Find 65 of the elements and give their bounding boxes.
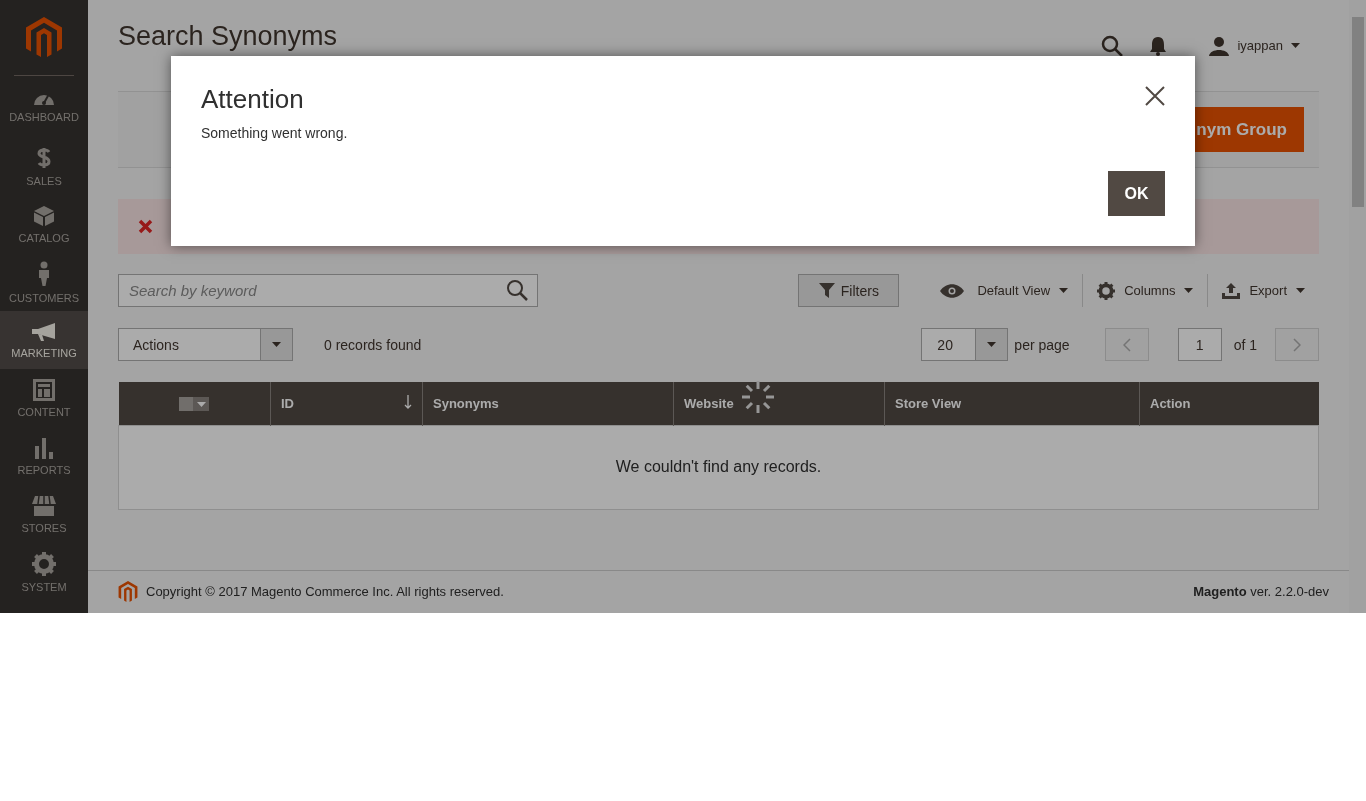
sidebar-item[interactable]: CUSTOMERS: [0, 253, 88, 311]
column-header[interactable]: Synonyms: [422, 382, 674, 425]
sidebar-item[interactable]: SALES: [0, 137, 88, 195]
gear-icon: [1097, 281, 1116, 300]
column-header[interactable]: Store View: [884, 382, 1140, 425]
store-icon: [31, 494, 57, 517]
page-total: of 1: [1233, 336, 1257, 353]
sidebar-item[interactable]: DASHBOARD: [0, 79, 88, 137]
ok-button[interactable]: OK: [1108, 171, 1165, 216]
user-menu[interactable]: iyappan: [1203, 34, 1306, 57]
chevron-right-icon: [1293, 337, 1301, 352]
close-icon: [1145, 86, 1165, 106]
bell-icon[interactable]: [1149, 35, 1168, 56]
logo-icon: [118, 580, 138, 603]
layout-icon: [33, 378, 55, 401]
sidebar-item[interactable]: MARKETING: [0, 311, 88, 369]
dollar-icon: [37, 145, 51, 170]
empty-message: We couldn't find any records.: [615, 458, 822, 475]
actions-dropdown[interactable]: Actions: [118, 328, 293, 361]
dialog-title: Attention: [201, 84, 304, 115]
caret-icon: [987, 342, 997, 347]
caret-icon: [1184, 288, 1194, 293]
search-icon[interactable]: [1101, 34, 1124, 57]
chevron-left-icon: [1122, 337, 1131, 352]
person-icon: [37, 260, 51, 287]
funnel-icon: [818, 283, 835, 298]
records-count: 0 records found: [324, 336, 422, 353]
sort-arrow-icon: [404, 395, 412, 409]
page-size-dropdown[interactable]: 20: [921, 328, 1009, 361]
filters-button[interactable]: Filters: [798, 274, 900, 307]
upload-icon: [1222, 282, 1241, 299]
caret-icon: [196, 401, 206, 407]
sidebar-item[interactable]: REPORTS: [0, 427, 88, 485]
spinner-icon: [740, 379, 776, 415]
caret-icon: [1291, 43, 1300, 48]
gear-icon: [32, 551, 56, 576]
bar-chart-icon: [34, 436, 54, 459]
columns-dropdown[interactable]: Columns: [1083, 274, 1208, 307]
export-dropdown[interactable]: Export: [1208, 274, 1319, 307]
sidebar-item[interactable]: CONTENT: [0, 369, 88, 427]
sidebar-item[interactable]: SYSTEM: [0, 543, 88, 601]
sidebar-item[interactable]: CATALOG: [0, 195, 88, 253]
error-icon: [138, 219, 153, 234]
box-icon: [33, 204, 55, 227]
caret-icon: [272, 342, 281, 347]
scrollbar[interactable]: [1349, 0, 1366, 613]
view-dropdown[interactable]: Default View: [926, 274, 1083, 307]
caret-icon: [1296, 288, 1305, 293]
per-page-label: per page: [1014, 336, 1070, 353]
page-number-field[interactable]: 1: [1177, 328, 1222, 361]
eye-icon: [940, 283, 965, 298]
megaphone-icon: [31, 321, 57, 342]
column-header[interactable]: ID: [270, 382, 423, 425]
dashboard-icon: [32, 93, 56, 106]
page-title: Search Synonyms: [118, 20, 338, 52]
copyright-text: Copyright © 2017 Magento Commerce Inc. All rights reserved.: [146, 584, 504, 599]
column-header[interactable]: Action: [1139, 382, 1319, 425]
column-header[interactable]: Website: [673, 382, 885, 425]
caret-icon: [1059, 288, 1069, 293]
version-text: Magento ver. 2.2.0-dev: [1193, 584, 1329, 599]
search-field[interactable]: Search by keyword: [118, 274, 538, 307]
sidebar-item[interactable]: STORES: [0, 485, 88, 543]
user-icon: [1209, 35, 1230, 56]
dialog-message: Something went wrong.: [201, 125, 349, 141]
mass-select-checkbox[interactable]: [179, 397, 210, 412]
